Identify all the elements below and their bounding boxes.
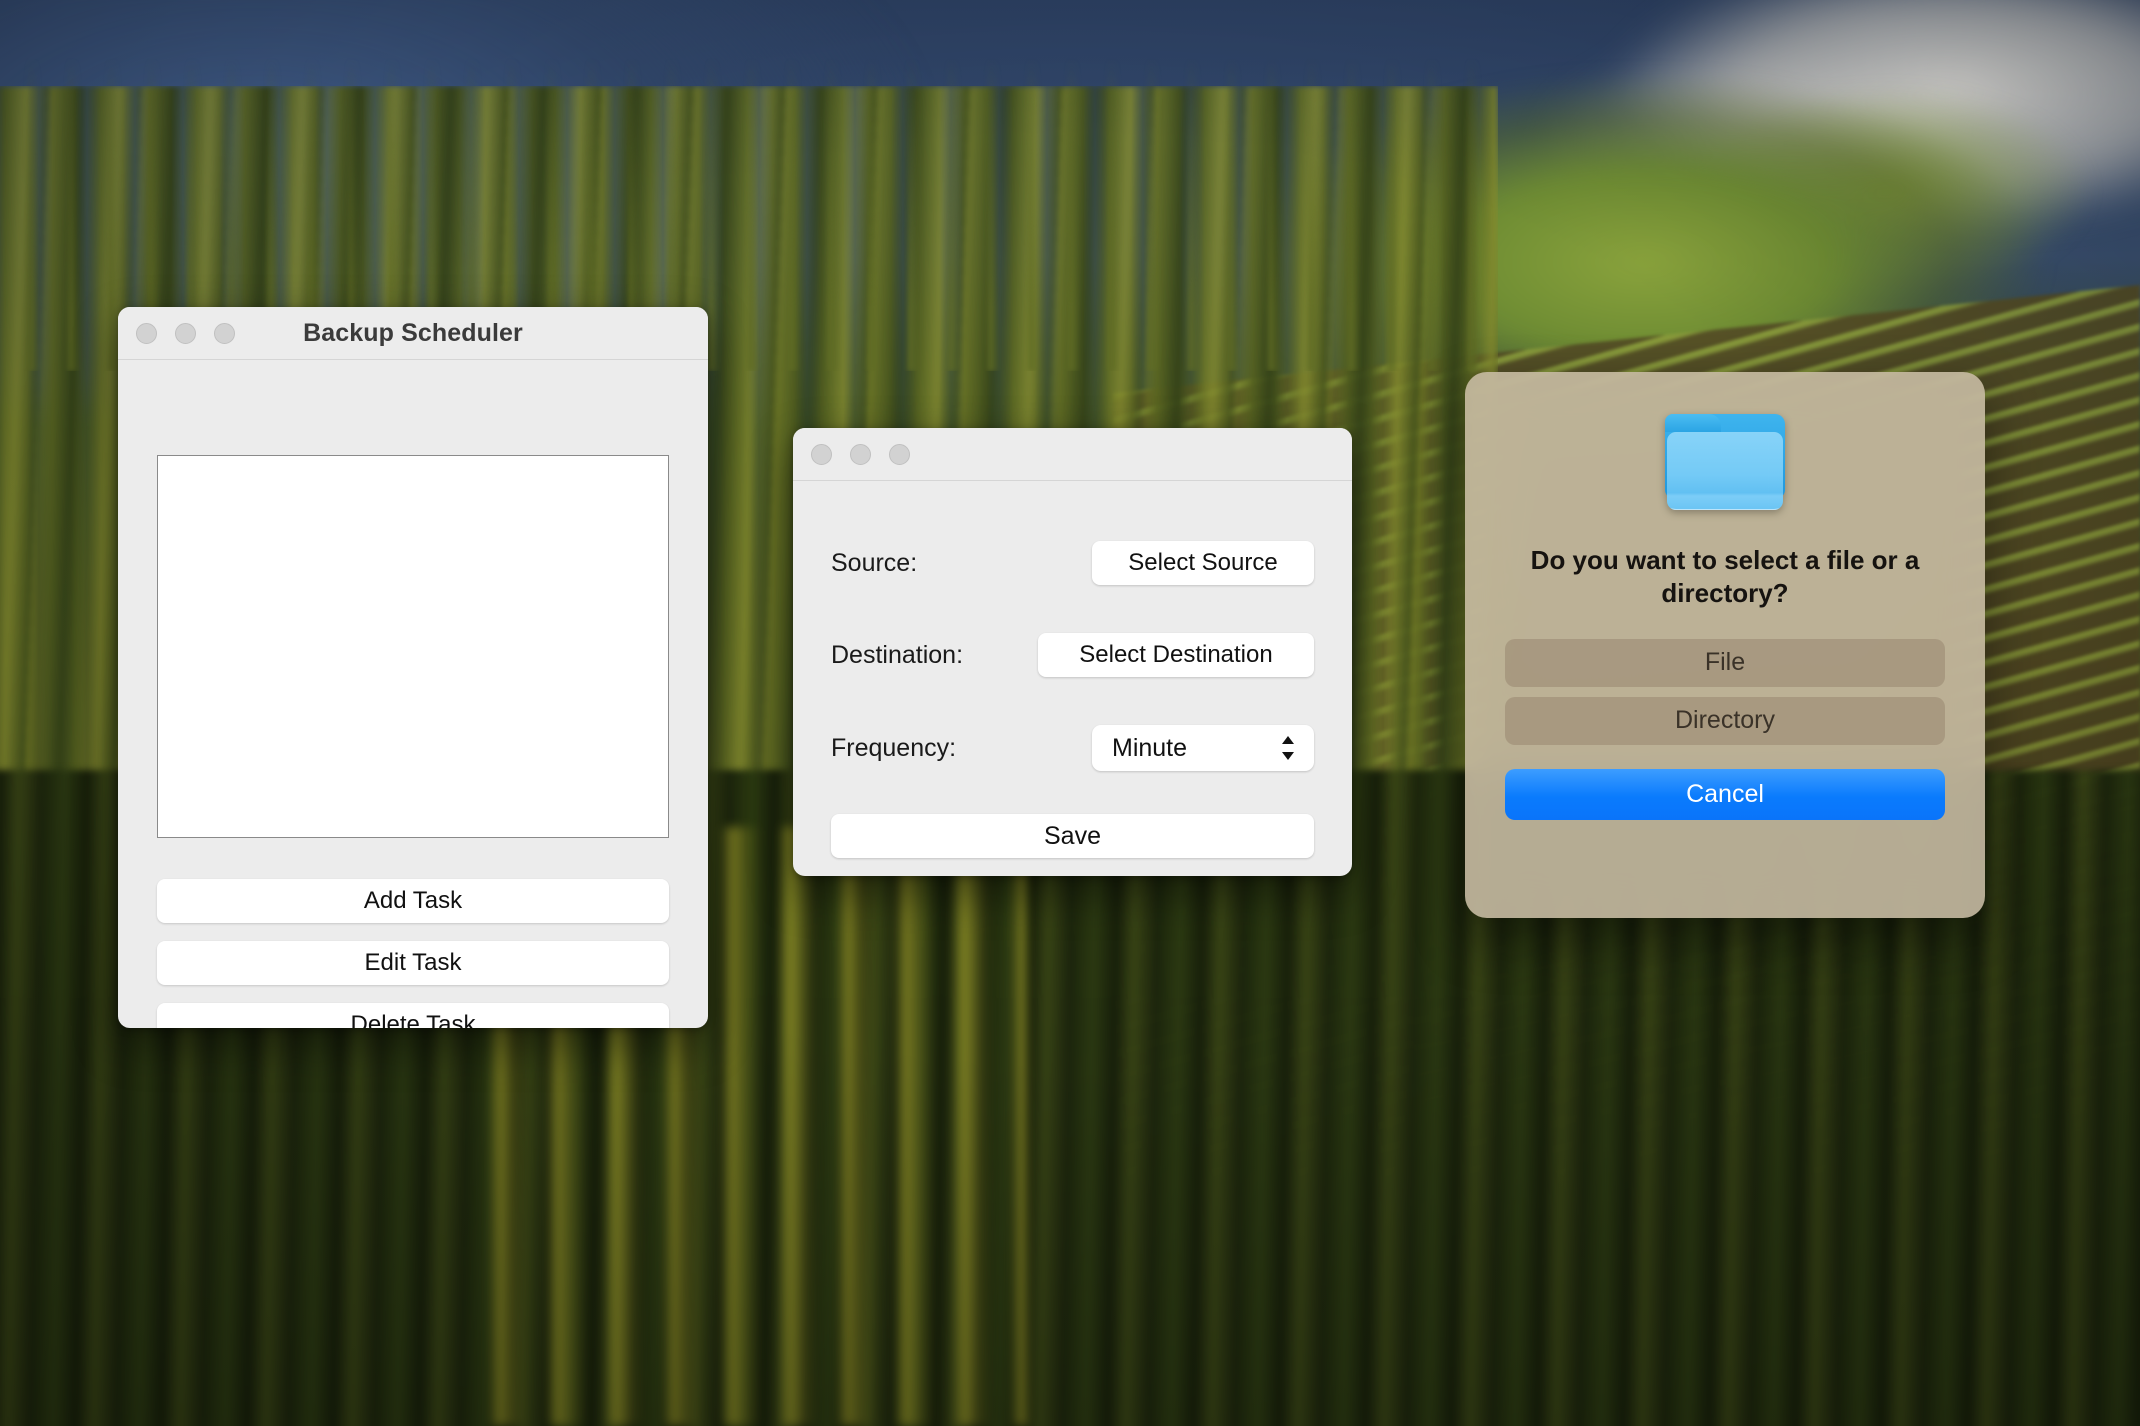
source-row: Source: Select Source: [831, 541, 1314, 585]
folder-tab: [1665, 414, 1721, 432]
select-source-button[interactable]: Select Source: [1092, 541, 1314, 585]
frequency-selected-value: Minute: [1112, 733, 1188, 762]
choose-file-button[interactable]: File: [1505, 638, 1945, 687]
close-button[interactable]: [811, 443, 832, 465]
task-editor-traffic-lights: [811, 443, 910, 465]
add-task-button[interactable]: Add Task: [157, 879, 669, 923]
select-destination-button[interactable]: Select Destination: [1038, 633, 1314, 677]
frequency-select[interactable]: Minute: [1092, 725, 1314, 771]
dialog-buttons: File Directory Cancel: [1505, 638, 1945, 820]
folder-front-panel: [1667, 432, 1783, 510]
scheduler-titlebar[interactable]: Backup Scheduler: [118, 307, 708, 360]
task-list[interactable]: [157, 455, 669, 838]
choose-directory-button[interactable]: Directory: [1505, 696, 1945, 745]
task-editor-body: Source: Select Source Destination: Selec…: [793, 481, 1352, 875]
file-or-directory-dialog[interactable]: Do you want to select a file or a direct…: [1465, 372, 1985, 918]
destination-label: Destination:: [831, 640, 964, 669]
scheduler-traffic-lights: [136, 322, 235, 344]
minimize-button[interactable]: [850, 443, 871, 465]
scheduler-action-buttons: Add Task Edit Task Delete Task: [157, 879, 669, 1028]
zoom-button[interactable]: [889, 443, 910, 465]
backup-scheduler-window[interactable]: Backup Scheduler Add Task Edit Task Dele…: [118, 307, 708, 1028]
frequency-row: Frequency: Minute: [831, 725, 1314, 771]
scheduler-body: Add Task Edit Task Delete Task: [118, 360, 708, 1028]
destination-row: Destination: Select Destination: [831, 633, 1314, 677]
task-editor-titlebar[interactable]: [793, 428, 1352, 481]
source-label: Source:: [831, 548, 918, 577]
edit-task-button[interactable]: Edit Task: [157, 941, 669, 985]
minimize-button[interactable]: [175, 322, 196, 344]
zoom-button[interactable]: [214, 322, 235, 344]
delete-task-button[interactable]: Delete Task: [157, 1003, 669, 1028]
task-editor-window[interactable]: Source: Select Source Destination: Selec…: [793, 428, 1352, 876]
frequency-label: Frequency:: [831, 733, 957, 762]
chevron-up-down-icon: [1278, 733, 1298, 763]
folder-icon: [1665, 414, 1785, 510]
save-button[interactable]: Save: [831, 814, 1314, 858]
close-button[interactable]: [136, 322, 157, 344]
dialog-message: Do you want to select a file or a direct…: [1530, 545, 1920, 609]
cancel-button[interactable]: Cancel: [1505, 768, 1945, 820]
